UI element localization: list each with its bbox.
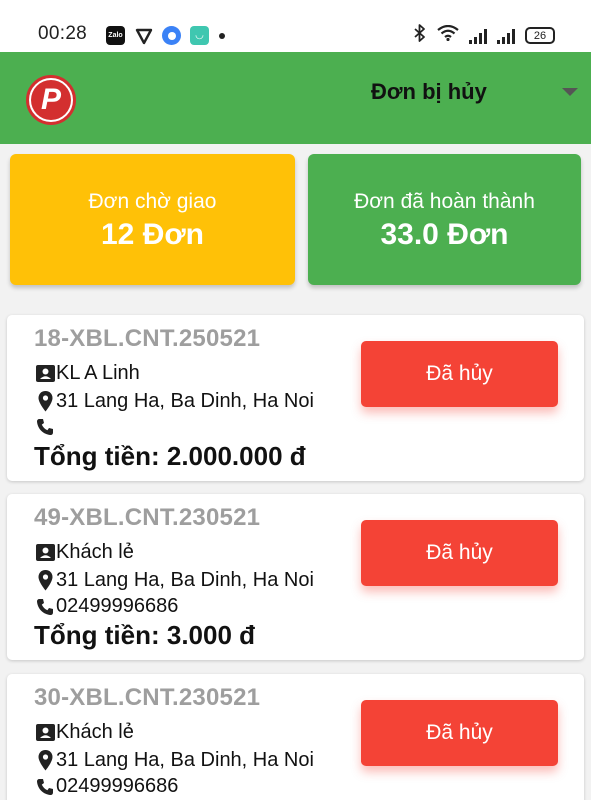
pending-orders-label: Đơn chờ giao — [88, 190, 217, 213]
status-time: 00:28 — [38, 23, 88, 44]
dropdown-arrow-icon[interactable] — [562, 88, 578, 96]
status-indicators: 26 — [413, 24, 555, 47]
app-bar: P — [0, 52, 591, 144]
location-pin-icon — [34, 391, 56, 413]
order-card[interactable]: 18-XBL.CNT.250521 KL A Linh 31 Lang Ha, … — [7, 315, 584, 481]
order-customer-name: Khách lẻ — [56, 721, 134, 743]
order-code: 49-XBL.CNT.230521 — [34, 504, 261, 531]
order-phone — [34, 416, 56, 438]
cancelled-status-button[interactable]: Đã hủy — [361, 341, 558, 407]
phone-icon — [34, 416, 56, 438]
logo-p-icon: P — [31, 80, 71, 120]
phone-icon — [34, 776, 56, 798]
order-address-text: 31 Lang Ha, Ba Dinh, Ha Noi — [56, 390, 314, 412]
order-phone: 02499996686 — [34, 775, 178, 798]
order-customer: KL A Linh — [34, 362, 140, 385]
order-total: Tổng tiền: 3.000 đ — [34, 620, 256, 650]
status-bar: 00:28 Zalo ◡ 26 — [0, 0, 591, 52]
order-customer-name: KL A Linh — [56, 362, 140, 384]
order-address: 31 Lang Ha, Ba Dinh, Ha Noi — [34, 390, 314, 413]
signal-2-icon — [497, 28, 515, 44]
order-customer-name: Khách lẻ — [56, 541, 134, 563]
order-card[interactable]: 49-XBL.CNT.230521 Khách lẻ 31 Lang Ha, B… — [7, 494, 584, 660]
pending-orders-value: 12 Đơn — [100, 218, 205, 251]
order-address: 31 Lang Ha, Ba Dinh, Ha Noi — [34, 569, 314, 592]
order-phone: 02499996686 — [34, 595, 178, 618]
order-card[interactable]: 30-XBL.CNT.230521 Khách lẻ 31 Lang Ha, B… — [7, 674, 584, 800]
order-customer: Khách lẻ — [34, 721, 134, 744]
order-address-text: 31 Lang Ha, Ba Dinh, Ha Noi — [56, 569, 314, 591]
notification-dot-icon — [219, 33, 225, 39]
wifi-icon — [437, 24, 459, 46]
location-pin-icon — [34, 750, 56, 772]
order-phone-number[interactable]: 02499996686 — [56, 595, 178, 618]
completed-orders-label: Đơn đã hoàn thành — [354, 190, 535, 213]
phone-icon — [34, 596, 56, 618]
pending-orders-card[interactable]: Đơn chờ giao 12 Đơn — [10, 154, 295, 285]
order-code: 18-XBL.CNT.250521 — [34, 325, 261, 352]
status-filter-dropdown[interactable]: Đơn bị hủy — [371, 79, 487, 105]
signal-icon — [469, 28, 487, 44]
completed-orders-card[interactable]: Đơn đã hoàn thành 33.0 Đơn — [308, 154, 581, 285]
zalo-icon: Zalo — [106, 26, 125, 45]
chrome-icon — [162, 26, 181, 45]
person-icon — [34, 542, 56, 564]
order-total: Tổng tiền: 2.000.000 đ — [34, 441, 306, 471]
order-address-text: 31 Lang Ha, Ba Dinh, Ha Noi — [56, 749, 314, 771]
location-pin-icon — [34, 570, 56, 592]
battery-icon: 26 — [525, 27, 555, 44]
bluetooth-icon — [413, 24, 427, 47]
order-address: 31 Lang Ha, Ba Dinh, Ha Noi — [34, 749, 314, 772]
order-customer: Khách lẻ — [34, 541, 134, 564]
app-logo: P — [26, 75, 76, 125]
cancelled-status-button[interactable]: Đã hủy — [361, 520, 558, 586]
shield-icon — [134, 26, 153, 45]
order-phone-number[interactable]: 02499996686 — [56, 775, 178, 798]
mi-icon: ◡ — [190, 26, 209, 45]
order-code: 30-XBL.CNT.230521 — [34, 684, 261, 711]
person-icon — [34, 363, 56, 385]
completed-orders-value: 33.0 Đơn — [380, 218, 509, 251]
cancelled-status-button[interactable]: Đã hủy — [361, 700, 558, 766]
person-icon — [34, 722, 56, 744]
